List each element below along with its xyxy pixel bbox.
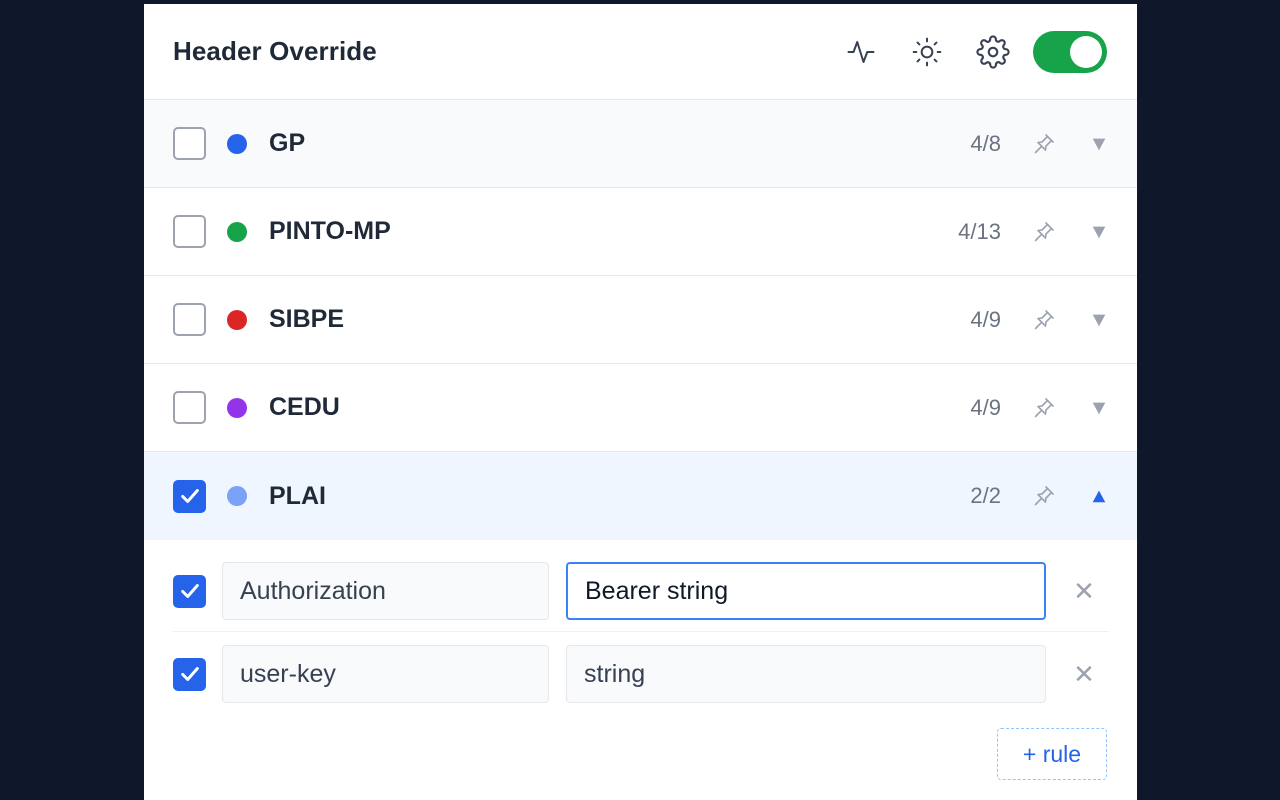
group-name: CEDU <box>269 393 340 421</box>
group-checkbox[interactable] <box>173 215 206 248</box>
group-color-dot <box>227 133 247 154</box>
expand-icon[interactable] <box>1089 222 1109 242</box>
group-checkbox[interactable] <box>173 303 206 336</box>
header-value-input[interactable] <box>566 562 1046 620</box>
pin-icon[interactable] <box>1029 129 1059 159</box>
group-name: PLAI <box>269 481 326 510</box>
popup-panel: Header Override GP 4/8 PINTO-MP 4/13 SIBPE 4/… <box>144 4 1137 800</box>
group-row-plai[interactable]: PLAI 2/2 <box>144 452 1137 540</box>
toggle-knob <box>1070 35 1102 68</box>
group-row-sibpe[interactable]: SIBPE 4/9 <box>144 276 1137 364</box>
rule-checkbox[interactable] <box>173 657 206 691</box>
header-name-input[interactable] <box>222 645 549 703</box>
sun-icon[interactable] <box>907 32 947 72</box>
rule-list: ✕✕ <box>144 540 1137 705</box>
group-row-gp[interactable]: GP 4/8 <box>144 100 1137 188</box>
app-title: Header Override <box>173 36 377 66</box>
collapse-icon[interactable] <box>1089 486 1109 506</box>
group-name: GP <box>269 129 306 157</box>
expand-icon[interactable] <box>1089 134 1109 154</box>
remove-rule-icon[interactable]: ✕ <box>1064 654 1104 694</box>
group-list: GP 4/8 PINTO-MP 4/13 SIBPE 4/9 CEDU 4/9 PLAI 2/2 <box>144 100 1137 540</box>
group-checkbox[interactable] <box>173 479 206 513</box>
rule-count: 4/9 <box>970 306 1001 332</box>
master-enable-toggle[interactable] <box>1033 30 1107 73</box>
group-color-dot <box>227 486 247 506</box>
rule-count: 4/9 <box>970 394 1001 420</box>
header-value-input[interactable] <box>566 645 1046 703</box>
expand-icon[interactable] <box>1089 398 1109 418</box>
pin-icon[interactable] <box>1029 305 1059 335</box>
group-color-dot <box>227 221 247 242</box>
group-row-pinto-mp[interactable]: PINTO-MP 4/13 <box>144 188 1137 276</box>
rule-row: ✕ <box>173 643 1109 705</box>
group-checkbox[interactable] <box>173 391 206 424</box>
rule-count: 4/13 <box>958 218 1001 244</box>
group-color-dot <box>227 397 247 418</box>
pin-icon[interactable] <box>1029 393 1059 423</box>
header-name-input[interactable] <box>222 562 549 620</box>
rule-count: 2/2 <box>970 483 1001 508</box>
gear-icon[interactable] <box>973 32 1013 72</box>
expand-icon[interactable] <box>1089 310 1109 330</box>
app-header: Header Override <box>144 4 1137 100</box>
rule-checkbox[interactable] <box>173 574 206 608</box>
activity-icon[interactable] <box>841 32 881 72</box>
remove-rule-icon[interactable]: ✕ <box>1064 571 1104 611</box>
pin-icon[interactable] <box>1029 481 1059 511</box>
rule-count: 4/8 <box>970 130 1001 156</box>
rule-row: ✕ <box>173 560 1109 622</box>
group-checkbox[interactable] <box>173 127 206 160</box>
rule-divider <box>173 631 1109 632</box>
group-row-cedu[interactable]: CEDU 4/9 <box>144 364 1137 452</box>
group-name: SIBPE <box>269 305 345 333</box>
group-name: PINTO-MP <box>269 217 391 245</box>
pin-icon[interactable] <box>1029 217 1059 247</box>
group-color-dot <box>227 309 247 330</box>
add-rule-button[interactable]: + rule <box>997 728 1107 780</box>
